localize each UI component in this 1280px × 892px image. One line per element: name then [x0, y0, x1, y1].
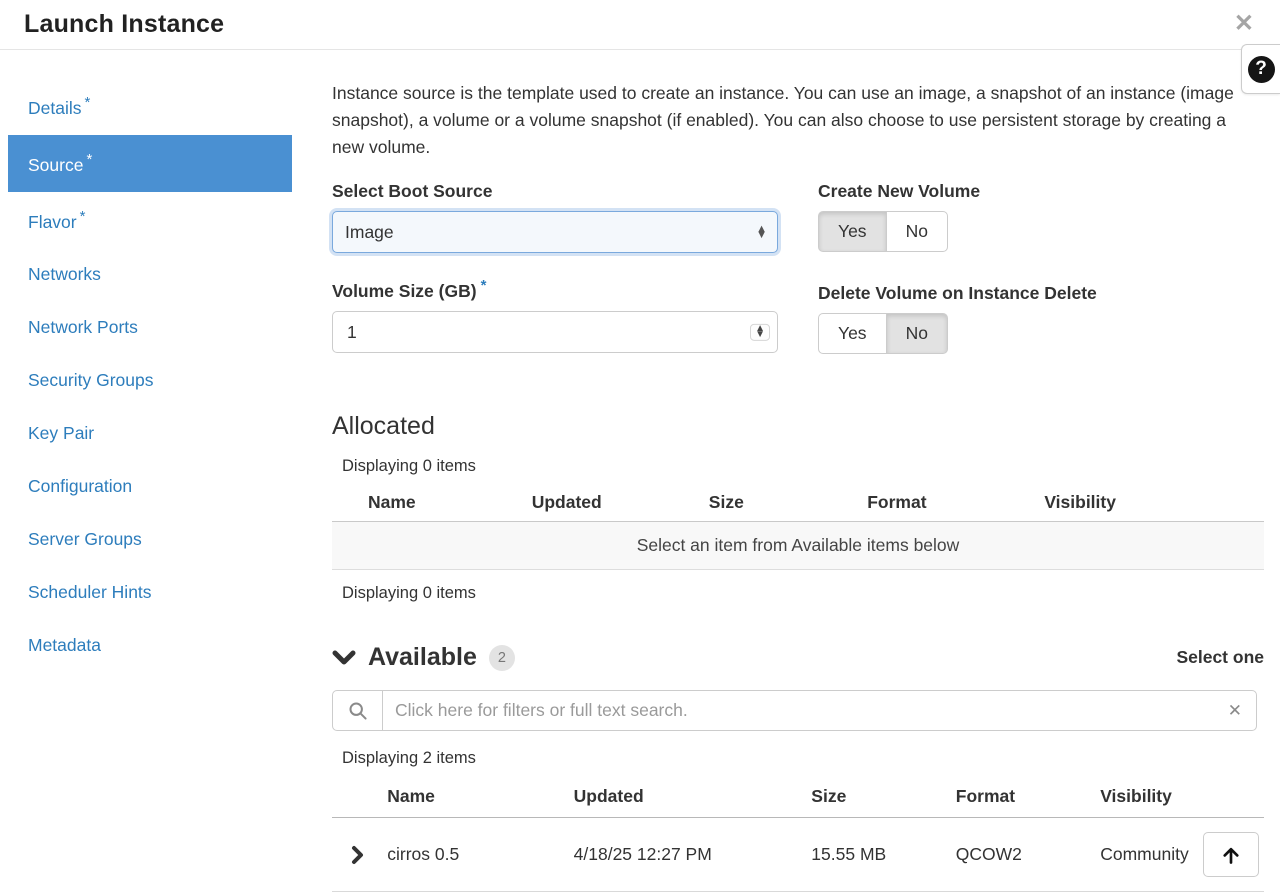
cell-format: QCOW2	[952, 818, 1096, 892]
cell-updated: 4/18/25 12:27 PM	[570, 818, 808, 892]
number-stepper[interactable]: ▲▼	[750, 324, 770, 340]
sidebar-item-network-ports[interactable]: Network Ports	[8, 301, 292, 354]
allocated-count-top: Displaying 0 items	[342, 457, 1264, 476]
modal-title: Launch Instance	[24, 10, 224, 39]
sidebar-item-security-groups[interactable]: Security Groups	[8, 354, 292, 407]
sidebar-item-server-groups[interactable]: Server Groups	[8, 513, 292, 566]
cell-size: 15.55 MB	[807, 818, 951, 892]
volume-size-input[interactable]	[333, 322, 777, 343]
required-asterisk: *	[481, 277, 487, 294]
col-expander	[332, 776, 383, 818]
required-asterisk: *	[80, 208, 86, 225]
create-volume-yes-button[interactable]: Yes	[818, 211, 887, 252]
boot-source-select[interactable]: Image ▲▼	[332, 211, 778, 253]
chevron-down-icon[interactable]	[332, 650, 356, 666]
sidebar-item-metadata[interactable]: Metadata	[8, 619, 292, 672]
volume-size-label: Volume Size (GB)*	[332, 277, 778, 302]
wizard-steps-sidebar: Details* Source* Flavor* Networks Networ…	[8, 78, 292, 892]
available-count-badge: 2	[489, 645, 515, 671]
select-one-hint: Select one	[1176, 647, 1264, 668]
select-caret-icon: ▲▼	[756, 226, 767, 238]
create-new-volume-toggle: Yes No	[818, 211, 948, 252]
col-format: Format	[952, 776, 1096, 818]
create-volume-no-button[interactable]: No	[886, 211, 948, 252]
allocated-section-title: Allocated	[332, 412, 1264, 441]
allocated-table: Name Updated Size Format Visibility Sele…	[332, 484, 1264, 570]
available-count: Displaying 2 items	[342, 749, 1264, 768]
col-visibility: Visibility	[1096, 776, 1199, 818]
source-step-description: Instance source is the template used to …	[332, 80, 1252, 161]
modal-header: Launch Instance ✕	[0, 0, 1280, 50]
volume-size-field: ▲▼	[332, 311, 778, 353]
sidebar-item-configuration[interactable]: Configuration	[8, 460, 292, 513]
available-header-row: Name Updated Size Format Visibility	[332, 776, 1264, 818]
col-updated: Updated	[528, 484, 705, 522]
available-section-header: Available 2 Select one	[332, 643, 1264, 672]
delete-volume-toggle: Yes No	[818, 313, 948, 354]
sidebar-item-networks[interactable]: Networks	[8, 248, 292, 301]
delete-volume-no-button[interactable]: No	[886, 313, 948, 354]
col-size: Size	[807, 776, 951, 818]
create-new-volume-label: Create New Volume	[818, 181, 1264, 202]
available-table: Name Updated Size Format Visibility cirr…	[332, 776, 1264, 892]
allocated-empty-row: Select an item from Available items belo…	[332, 522, 1264, 570]
col-size: Size	[705, 484, 863, 522]
allocated-empty-text: Select an item from Available items belo…	[332, 522, 1264, 570]
help-icon: ?	[1248, 56, 1275, 83]
col-name: Name	[332, 484, 528, 522]
sidebar-item-key-pair[interactable]: Key Pair	[8, 407, 292, 460]
delete-volume-yes-button[interactable]: Yes	[818, 313, 887, 354]
arrow-up-icon	[1221, 845, 1241, 865]
search-icon[interactable]	[333, 691, 383, 730]
col-format: Format	[863, 484, 1040, 522]
col-name: Name	[383, 776, 569, 818]
allocated-header-row: Name Updated Size Format Visibility	[332, 484, 1264, 522]
chevron-right-icon[interactable]	[332, 818, 383, 892]
allocated-count-bottom: Displaying 0 items	[342, 584, 1264, 603]
cell-name: cirros 0.5	[383, 818, 569, 892]
col-actions	[1199, 776, 1264, 818]
col-visibility: Visibility	[1040, 484, 1264, 522]
col-updated: Updated	[570, 776, 808, 818]
sidebar-item-source[interactable]: Source*	[8, 135, 292, 192]
allocate-up-arrow-button[interactable]	[1203, 832, 1259, 877]
search-input[interactable]	[383, 700, 1214, 721]
delete-volume-label: Delete Volume on Instance Delete	[818, 283, 1264, 304]
sidebar-item-details[interactable]: Details*	[8, 78, 292, 135]
sidebar-item-flavor[interactable]: Flavor*	[8, 192, 292, 249]
boot-source-value: Image	[345, 222, 394, 243]
sidebar-item-scheduler-hints[interactable]: Scheduler Hints	[8, 566, 292, 619]
table-row-cirros[interactable]: cirros 0.5 4/18/25 12:27 PM 15.55 MB QCO…	[332, 818, 1264, 892]
available-section-title: Available	[368, 643, 477, 672]
boot-source-label: Select Boot Source	[332, 181, 778, 202]
required-asterisk: *	[86, 151, 92, 168]
close-icon[interactable]: ✕	[1230, 10, 1258, 38]
help-button[interactable]: ?	[1241, 44, 1280, 94]
available-search-bar: ✕	[332, 690, 1257, 731]
required-asterisk: *	[85, 94, 91, 111]
search-clear-icon[interactable]: ✕	[1214, 701, 1256, 721]
cell-visibility: Community	[1096, 818, 1199, 892]
